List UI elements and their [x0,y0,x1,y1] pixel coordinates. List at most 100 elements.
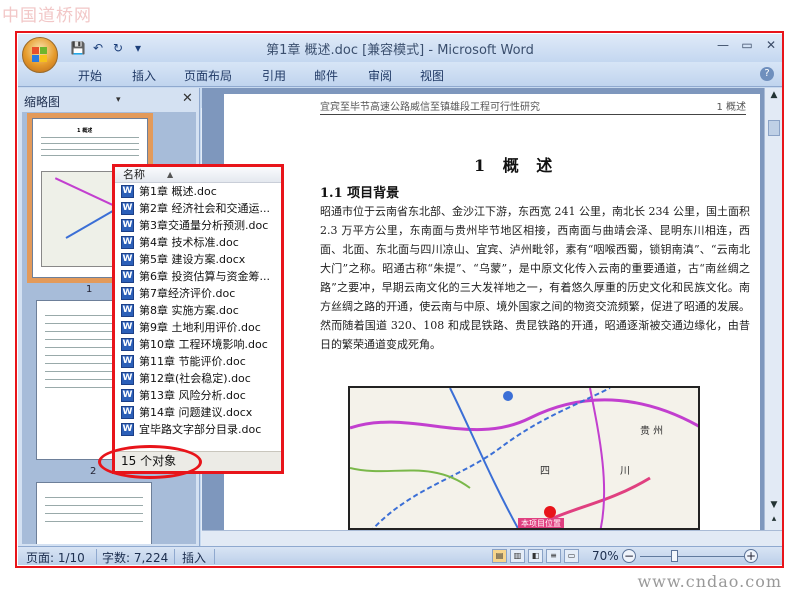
word-count[interactable]: 字数: 7,224 [102,549,168,565]
file-name: 第13章 风险分析.doc [139,389,246,402]
file-name: 第12章(社会稳定).doc [139,372,251,385]
page-number-2: 2 [90,466,97,477]
page-indicator[interactable]: 页面: 1/10 [26,549,85,565]
thumbnail-pane-title: 缩略图 [24,95,61,109]
file-item[interactable]: W 第10章 工程环境影响.doc [115,336,281,353]
office-logo-icon [32,47,48,63]
tab-page-layout[interactable]: 页面布局 [184,67,232,84]
tab-home[interactable]: 开始 [78,67,102,84]
file-name: 第10章 工程环境影响.doc [139,338,268,351]
draft-view-icon[interactable]: ▭ [564,549,579,563]
tab-view[interactable]: 视图 [420,67,444,84]
close-button[interactable]: ✕ [764,38,778,52]
file-list-window: 名称 ▲ W 第1章 概述.doc W 第2章 经济社会和交通运... W 第3章交通… [112,164,284,474]
location-map-image: 四 川 贵 州 本项目位置 [348,386,700,530]
word-doc-icon: W [121,389,134,402]
watermark-bottom: www.cndao.com [637,572,782,591]
file-name: 第11章 节能评价.doc [139,355,246,368]
file-item[interactable]: W 第13章 风险分析.doc [115,387,281,404]
zoom-level[interactable]: 70% [592,549,619,563]
highlight-oval [98,445,202,479]
file-name: 第2章 经济社会和交通运... [139,202,270,215]
file-item[interactable]: W 第12章(社会稳定).doc [115,370,281,387]
insert-mode[interactable]: 插入 [182,549,206,565]
word-doc-icon: W [121,253,134,266]
file-name: 第7章经济评价.doc [139,287,236,300]
vertical-scrollbar[interactable]: ▲ ▼ ▴ [764,88,782,530]
chevron-down-icon[interactable]: ▾ [116,95,121,105]
status-bar: 页面: 1/10 字数: 7,224 插入 ▤ ▥ ◧ ≡ ▭ 70% − + [18,546,782,565]
file-item[interactable]: W 第8章 实施方案.doc [115,302,281,319]
section-title: 1.1 项目背景 [320,186,400,201]
page-thumbnail-3[interactable] [36,482,152,544]
file-name: 第8章 实施方案.doc [139,304,239,317]
file-item[interactable]: W 宜毕路文字部分目录.doc [115,421,281,438]
file-list-header[interactable]: 名称 ▲ [115,167,281,183]
column-name-label: 名称 [123,168,145,181]
word-window: 💾 ↶ ↻ ▾ 第1章 概述.doc [兼容模式] - Microsoft Wo… [18,34,782,565]
tab-mailings[interactable]: 邮件 [314,67,338,84]
scrollbar-thumb[interactable] [768,120,780,136]
file-name: 第1章 概述.doc [139,185,217,198]
minimize-button[interactable]: — [716,38,730,52]
map-region-label: 四 [540,466,550,477]
file-name: 第6章 投资估算与资金筹... [139,270,270,283]
full-screen-reading-icon[interactable]: ▥ [510,549,525,563]
file-item[interactable]: W 第11章 节能评价.doc [115,353,281,370]
file-name: 第3章交通量分析预测.doc [139,219,269,232]
restore-button[interactable]: ▭ [740,38,754,52]
file-name: 第5章 建设方案.docx [139,253,246,266]
map-region-label: 贵 州 [640,426,664,437]
page-header-rule [320,114,746,115]
file-item[interactable]: W 第4章 技术标准.doc [115,234,281,251]
outline-view-icon[interactable]: ≡ [546,549,561,563]
zoom-slider-track[interactable] [640,556,746,557]
map-drawing [350,388,698,528]
map-region-label: 川 [620,466,630,477]
help-icon[interactable]: ? [760,67,774,81]
web-layout-icon[interactable]: ◧ [528,549,543,563]
tab-references[interactable]: 引用 [262,67,286,84]
screenshot: 中国道桥网 www.cndao.com 💾 ↶ ↻ ▾ 第1章 概述.doc [… [0,0,800,600]
ribbon-tabs: 开始 插入 页面布局 引用 邮件 审阅 视图 ? [18,62,782,87]
file-item[interactable]: W 第7章经济评价.doc [115,285,281,302]
file-name: 第4章 技术标准.doc [139,236,239,249]
word-doc-icon: W [121,270,134,283]
document-page[interactable]: 宜宾至毕节高速公路威信至镇雄段工程可行性研究 1 概述 1 概 述 1.1 项目… [224,94,760,530]
file-item[interactable]: W 第9章 土地利用评价.doc [115,319,281,336]
file-item[interactable]: W 第5章 建设方案.docx [115,251,281,268]
print-layout-view-icon[interactable]: ▤ [492,549,507,563]
sort-ascending-icon: ▲ [167,170,174,179]
close-icon[interactable]: ✕ [182,91,193,106]
file-item[interactable]: W 第3章交通量分析预测.doc [115,217,281,234]
word-doc-icon: W [121,219,134,232]
tab-insert[interactable]: 插入 [132,67,156,84]
word-doc-icon: W [121,355,134,368]
word-doc-icon: W [121,321,134,334]
page-header-text: 宜宾至毕节高速公路威信至镇雄段工程可行性研究 [320,102,540,113]
horizontal-scrollbar[interactable] [202,530,782,546]
tab-review[interactable]: 审阅 [368,67,392,84]
window-controls: — ▭ ✕ [716,38,778,52]
word-doc-icon: W [121,423,134,436]
file-name: 宜毕路文字部分目录.doc [139,423,262,436]
zoom-in-button[interactable]: + [744,549,758,563]
file-item[interactable]: W 第6章 投资估算与资金筹... [115,268,281,285]
chapter-title: 1 概 述 [474,156,559,175]
office-button[interactable] [22,37,58,73]
thumbnail-heading: 1 概述 [77,128,93,134]
word-doc-icon: W [121,304,134,317]
zoom-out-button[interactable]: − [622,549,636,563]
file-item[interactable]: W 第1章 概述.doc [115,183,281,200]
file-item[interactable]: W 第14章 问题建议.docx [115,404,281,421]
word-doc-icon: W [121,236,134,249]
file-item[interactable]: W 第2章 经济社会和交通运... [115,200,281,217]
thumbnail-pane-header: 缩略图 ▾ ✕ [18,90,200,110]
word-doc-icon: W [121,338,134,351]
word-doc-icon: W [121,202,134,215]
scroll-up-icon[interactable]: ▲ [768,90,780,100]
browse-previous-icon[interactable]: ▴ [768,514,780,524]
map-project-tag: 本项目位置 [518,518,564,528]
scroll-down-icon[interactable]: ▼ [768,500,780,510]
zoom-slider-knob[interactable] [671,550,679,562]
